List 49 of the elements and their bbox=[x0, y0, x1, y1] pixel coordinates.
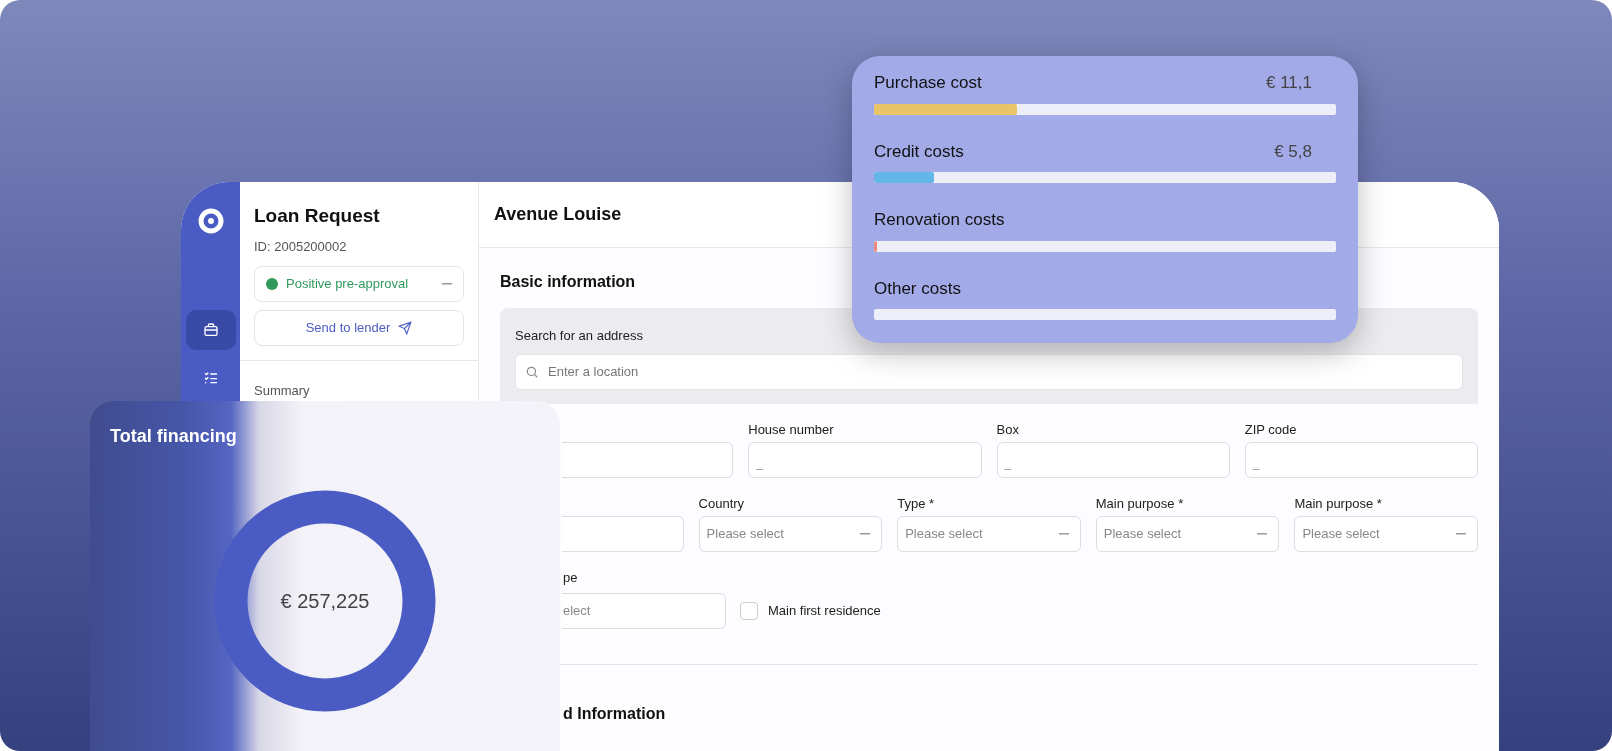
select-field[interactable]: Please select bbox=[1095, 515, 1280, 552]
input-field[interactable] bbox=[562, 515, 684, 552]
field-label: Box bbox=[996, 420, 1020, 436]
select-field[interactable]: Please select bbox=[698, 515, 883, 552]
dash-icon bbox=[860, 532, 871, 535]
summary-label: Summary bbox=[253, 382, 311, 400]
financing-amount: € 257,225 bbox=[280, 589, 370, 614]
cost-label: Renovation costs bbox=[874, 209, 1005, 231]
checkbox-label: Main first residence bbox=[768, 602, 881, 621]
input-field[interactable]: _ bbox=[996, 441, 1230, 478]
cost-label: Credit costs bbox=[874, 140, 964, 163]
briefcase-icon bbox=[202, 322, 219, 338]
field-label: pe bbox=[562, 568, 579, 587]
logo-icon bbox=[197, 208, 224, 234]
send-button[interactable]: Send to lender bbox=[254, 310, 464, 346]
cost-value: € 5,8 bbox=[1274, 140, 1312, 163]
input-field[interactable] bbox=[562, 441, 734, 478]
cost-label: Purchase cost bbox=[874, 72, 982, 94]
financing-title: Total financing bbox=[110, 425, 238, 448]
field-label: Main purpose * bbox=[1095, 494, 1185, 510]
search-field[interactable]: Enter a location bbox=[515, 353, 1463, 390]
field-label: House number bbox=[748, 420, 835, 436]
select-field[interactable]: Please select bbox=[897, 515, 1081, 552]
cost-label: Other costs bbox=[874, 277, 961, 300]
checkbox[interactable] bbox=[740, 602, 758, 620]
request-id: ID: 2005200002 bbox=[254, 237, 348, 256]
checklist-icon bbox=[202, 370, 219, 386]
status-dropdown[interactable]: Positive pre-approval bbox=[254, 266, 464, 302]
dash-icon bbox=[1455, 532, 1466, 535]
input-field[interactable]: _ bbox=[748, 441, 982, 478]
select-field[interactable]: Please select bbox=[1294, 515, 1478, 552]
page-title: Avenue Louise bbox=[494, 203, 622, 226]
select-field[interactable]: elect bbox=[562, 593, 726, 629]
field-label: Main purpose * bbox=[1294, 494, 1383, 510]
input-field[interactable]: _ bbox=[1244, 441, 1478, 478]
search-icon bbox=[525, 364, 539, 379]
send-icon bbox=[398, 321, 413, 335]
section-title: d Information bbox=[562, 704, 667, 724]
request-title: Loan Request bbox=[254, 204, 381, 228]
field-label: Country bbox=[698, 494, 746, 510]
dash-icon bbox=[442, 283, 452, 285]
dash-icon bbox=[1257, 532, 1268, 535]
section-title: Basic information bbox=[500, 272, 636, 292]
field-label: Type * bbox=[897, 494, 936, 510]
dash-icon bbox=[1058, 532, 1069, 535]
field-label: ZIP code bbox=[1244, 420, 1298, 436]
search-label: Search for an address bbox=[515, 327, 644, 345]
nav-button[interactable] bbox=[185, 310, 236, 350]
cost-value: € 11,1 bbox=[1266, 72, 1312, 94]
